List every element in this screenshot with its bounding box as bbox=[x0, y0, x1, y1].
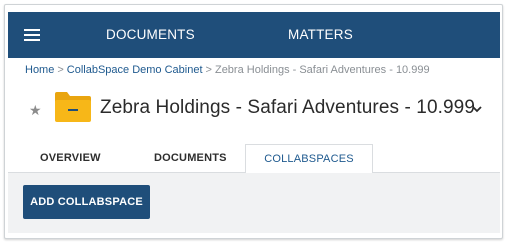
folder-icon bbox=[55, 92, 91, 122]
breadcrumb-separator: > bbox=[57, 64, 64, 76]
breadcrumb-separator: > bbox=[205, 64, 212, 76]
breadcrumb-current: Zebra Holdings - Safari Adventures - 10.… bbox=[214, 64, 430, 76]
chevron-down-icon[interactable] bbox=[471, 105, 483, 113]
tab-collabspaces[interactable]: COLLABSPACES bbox=[245, 144, 373, 174]
hamburger-menu-icon[interactable] bbox=[24, 28, 42, 42]
add-collabspace-button[interactable]: ADD COLLABSPACE bbox=[23, 185, 150, 219]
breadcrumb: Home > CollabSpace Demo Cabinet > Zebra Hold… bbox=[25, 64, 430, 76]
nav-matters[interactable]: MATTERS bbox=[288, 12, 353, 58]
collabspaces-panel: ADD COLLABSPACE bbox=[8, 173, 500, 233]
breadcrumb-cabinet[interactable]: CollabSpace Demo Cabinet bbox=[67, 64, 203, 76]
star-icon[interactable]: ★ bbox=[29, 103, 42, 117]
tab-overview[interactable]: OVERVIEW bbox=[40, 144, 101, 173]
tab-documents[interactable]: DOCUMENTS bbox=[154, 144, 227, 173]
tab-bar: OVERVIEW DOCUMENTS COLLABSPACES bbox=[8, 144, 500, 174]
app-window: DOCUMENTS MATTERS Home > CollabSpace Demo … bbox=[4, 4, 503, 239]
nav-documents[interactable]: DOCUMENTS bbox=[106, 12, 195, 58]
top-navigation-bar: DOCUMENTS MATTERS bbox=[8, 12, 500, 58]
breadcrumb-home[interactable]: Home bbox=[25, 64, 54, 76]
page-title: Zebra Holdings - Safari Adventures - 10.… bbox=[100, 97, 476, 118]
